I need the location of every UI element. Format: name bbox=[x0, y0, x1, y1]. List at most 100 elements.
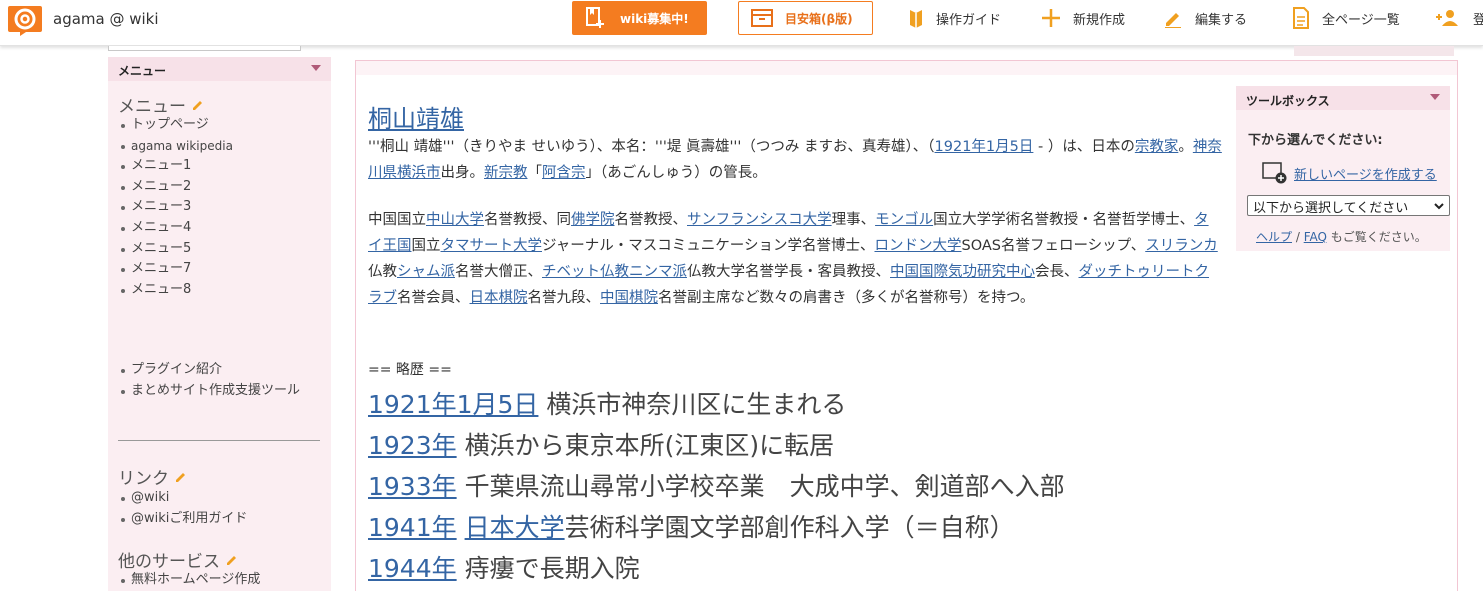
text: 名誉会員、 bbox=[397, 290, 470, 306]
link-sun-yat-sen-univ[interactable]: 中山大学 bbox=[426, 212, 484, 228]
text: 国立大学学術名誉教授・名誉哲学博士、 bbox=[933, 212, 1195, 228]
sidebar-divider bbox=[118, 440, 320, 441]
menu-heading: メニュー bbox=[118, 92, 204, 117]
text: 出身。 bbox=[440, 165, 485, 181]
text: 。 bbox=[1178, 139, 1193, 155]
suggestion-box-button[interactable]: 目安箱(β版) bbox=[738, 1, 873, 35]
nav-new-page[interactable]: 新規作成 bbox=[1041, 0, 1125, 36]
sidebar-item-menu5[interactable]: メニュー5 bbox=[118, 239, 233, 260]
link-nihon-univ[interactable]: 日本大学 bbox=[465, 513, 565, 542]
text: 名誉大僧正、 bbox=[455, 264, 542, 280]
toolbox-select-value: 以下から選択してください bbox=[1253, 201, 1409, 216]
create-page-label[interactable]: 新しいページを作成する bbox=[1294, 164, 1437, 183]
sidebar-title-bar[interactable]: メニュー bbox=[108, 57, 331, 81]
toolbox-title: ツールボックス bbox=[1246, 94, 1330, 108]
wiki-recruit-button[interactable]: wiki募集中! bbox=[572, 1, 707, 35]
collapse-triangle-icon[interactable] bbox=[1430, 94, 1440, 100]
help-suffix: もご覧ください。 bbox=[1326, 230, 1427, 244]
service-heading-label: 他のサービス bbox=[118, 552, 220, 572]
link-qigong-center[interactable]: 中国国際気功研究中心 bbox=[890, 264, 1035, 280]
collapse-triangle-icon[interactable] bbox=[311, 65, 321, 71]
link-thammasat[interactable]: タマサート大学 bbox=[441, 238, 543, 254]
site-name[interactable]: agama @ wiki bbox=[53, 10, 159, 28]
sidebar-item-menu4[interactable]: メニュー4 bbox=[118, 218, 233, 239]
sidebar-item-menu7[interactable]: メニュー7 bbox=[118, 259, 233, 280]
link-nihon-kiin[interactable]: 日本棋院 bbox=[470, 290, 528, 306]
history-year-link[interactable]: 1941年 bbox=[368, 513, 457, 542]
history-year-link[interactable]: 1921年1月5日 bbox=[368, 390, 538, 419]
history-year-link[interactable]: 1933年 bbox=[368, 472, 457, 501]
extra-list: プラグイン紹介 まとめサイト作成支援ツール bbox=[118, 360, 300, 401]
link-heading-label: リンク bbox=[118, 469, 169, 489]
text: 」（あごんしゅう）の管長。 bbox=[585, 165, 767, 181]
history-line: 1923年 横浜から東京本所(江東区)に転居 bbox=[368, 426, 834, 462]
link-buddhist-academy[interactable]: 佛学院 bbox=[571, 212, 615, 228]
link-usf[interactable]: サンフランシスコ大学 bbox=[687, 212, 832, 228]
sidebar-item-summary-tools[interactable]: まとめサイト作成支援ツール bbox=[118, 381, 300, 402]
history-year-link[interactable]: 1944年 bbox=[368, 554, 457, 583]
search-box-edge[interactable] bbox=[108, 46, 301, 51]
nav-guide[interactable]: 操作ガイド bbox=[908, 0, 1001, 36]
history-text: 痔瘻で長期入院 bbox=[456, 554, 640, 583]
top-header: agama @ wiki wiki募集中! 目安箱(β版) 操作ガイド 新規作成 bbox=[0, 0, 1483, 46]
sidebar-item-menu2[interactable]: メニュー2 bbox=[118, 177, 233, 198]
sidebar-item-free-homepage[interactable]: 無料ホームページ作成 bbox=[118, 570, 260, 591]
titles-paragraph: 中国国立中山大学名誉教授、同佛学院名誉教授、サンフランシスコ大学理事、モンゴル国… bbox=[368, 207, 1223, 311]
intro-paragraph: '''桐山 靖雄'''（きりやま せいゆう）、本名：'''堤 眞壽雄'''（つつ… bbox=[368, 134, 1223, 186]
sidebar-item-top[interactable]: トップページ bbox=[118, 115, 233, 136]
new-page-icon bbox=[1262, 162, 1287, 184]
sidebar-item-atwiki[interactable]: @wiki bbox=[118, 488, 247, 509]
history-text bbox=[457, 513, 465, 542]
text: 理事、 bbox=[831, 212, 876, 228]
edit-pencil-icon[interactable] bbox=[226, 554, 238, 566]
main-top-band bbox=[356, 61, 1457, 75]
nav-edit[interactable]: 編集する bbox=[1163, 0, 1247, 36]
book-icon bbox=[910, 10, 922, 28]
sidebar-item-plugins[interactable]: プラグイン紹介 bbox=[118, 360, 300, 381]
edit-pencil-icon[interactable] bbox=[192, 99, 204, 111]
toolbox-label: 下から選んでください: bbox=[1248, 133, 1383, 148]
link-siam-sect[interactable]: シャム派 bbox=[397, 264, 455, 280]
link-new-religion[interactable]: 新宗教 bbox=[484, 165, 528, 181]
toolbox-title-bar[interactable]: ツールボックス bbox=[1236, 86, 1450, 110]
text: 名誉教授、同 bbox=[484, 212, 571, 228]
toolbox-select[interactable]: 以下から選択してください bbox=[1247, 195, 1450, 216]
link-china-qiyuan[interactable]: 中国棋院 bbox=[600, 290, 658, 306]
text: '''桐山 靖雄'''（きりやま せいゆう）、本名：'''堤 眞壽雄'''（つつ… bbox=[368, 139, 935, 155]
faq-link[interactable]: FAQ bbox=[1304, 230, 1327, 244]
link-birthdate[interactable]: 1921年1月5日 bbox=[935, 139, 1034, 155]
link-mongolia[interactable]: モンゴル bbox=[875, 212, 933, 228]
sidebar-item-menu1[interactable]: メニュー1 bbox=[118, 156, 233, 177]
inbox-icon bbox=[751, 9, 773, 27]
service-list: 無料ホームページ作成 bbox=[118, 570, 260, 591]
toolbox-help: ヘルプ / FAQ もご覧ください。 bbox=[1256, 228, 1427, 245]
history-line: 1941年 日本大学芸術科学園文学部創作科入学（＝自称） bbox=[368, 508, 1015, 544]
create-page-link[interactable]: 新しいページを作成する bbox=[1262, 162, 1437, 184]
sidebar-item-agama-wikipedia[interactable]: agama wikipedia bbox=[118, 136, 233, 157]
page-title[interactable]: 桐山靖雄 bbox=[368, 99, 464, 134]
sidebar-item-atwiki-guide[interactable]: @wikiご利用ガイド bbox=[118, 509, 247, 530]
nav-register[interactable]: 登 bbox=[1435, 0, 1483, 36]
link-london-univ[interactable]: ロンドン大学 bbox=[874, 238, 961, 254]
link-sri-lanka[interactable]: スリランカ bbox=[1145, 238, 1218, 254]
link-agonshu[interactable]: 阿含宗 bbox=[542, 165, 586, 181]
history-year-link[interactable]: 1923年 bbox=[368, 431, 457, 460]
sidebar-item-menu3[interactable]: メニュー3 bbox=[118, 197, 233, 218]
sidebar-item-menu8[interactable]: メニュー8 bbox=[118, 280, 233, 301]
text: 仏教大学名誉学長・客員教授、 bbox=[687, 264, 890, 280]
text: SOAS名誉フェローシップ、 bbox=[961, 238, 1146, 254]
atwiki-logo-icon[interactable] bbox=[6, 4, 44, 36]
main-content: 桐山靖雄 '''桐山 靖雄'''（きりやま せいゆう）、本名：'''堤 眞壽雄'… bbox=[355, 60, 1458, 591]
nav-all-pages[interactable]: 全ページ一覧 bbox=[1292, 0, 1400, 36]
help-link[interactable]: ヘルプ bbox=[1256, 230, 1292, 244]
service-heading: 他のサービス bbox=[118, 547, 238, 572]
link-heading: リンク bbox=[118, 464, 187, 489]
history-text: 芸術科学園文学部創作科入学（＝自称） bbox=[564, 513, 1015, 542]
text: 仏教 bbox=[368, 264, 397, 280]
edit-pencil-icon[interactable] bbox=[175, 471, 187, 483]
text: 名誉副主席など数々の肩書き（多くが名誉称号）を持つ。 bbox=[658, 290, 1035, 306]
chevron-down-icon bbox=[1434, 203, 1444, 210]
link-religious-figure[interactable]: 宗教家 bbox=[1135, 139, 1179, 155]
link-nyingma[interactable]: チベット仏教ニンマ派 bbox=[542, 264, 687, 280]
toolbox: ツールボックス 下から選んでください: 新しいページを作成する 以下から選択して… bbox=[1236, 86, 1450, 251]
